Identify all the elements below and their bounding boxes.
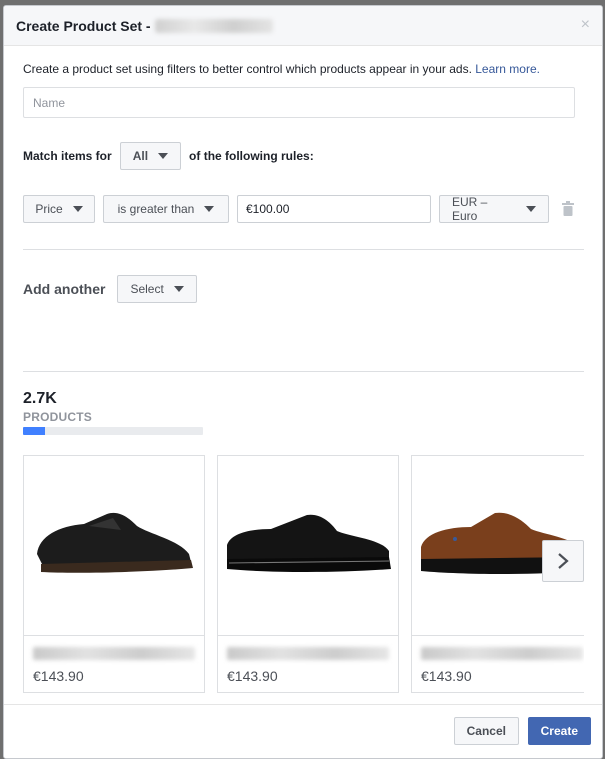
chevron-down-icon	[526, 206, 536, 212]
match-suffix: of the following rules:	[189, 149, 314, 163]
product-progress-bar	[23, 427, 203, 435]
section-divider	[23, 371, 584, 372]
product-count: 2.7K	[23, 390, 57, 407]
add-rule-select-dropdown[interactable]: Select	[117, 275, 197, 303]
close-icon[interactable]: ×	[581, 17, 590, 33]
section-divider	[23, 249, 584, 250]
product-card[interactable]: €143.90	[217, 455, 399, 693]
add-another-label: Add another	[23, 281, 106, 297]
name-input[interactable]	[23, 87, 575, 118]
chevron-down-icon	[158, 153, 169, 159]
carousel-next-button[interactable]	[542, 540, 584, 582]
redacted-catalog-name	[154, 18, 273, 33]
product-card[interactable]: €143.90	[23, 455, 205, 693]
product-price: €143.90	[227, 668, 278, 684]
currency-dropdown[interactable]: EUR – Euro	[439, 195, 549, 223]
redacted-product-name	[227, 647, 389, 660]
product-carousel: €143.90 €143.90 €143.90	[23, 455, 584, 695]
redacted-product-name	[421, 647, 583, 660]
dialog-footer: Cancel Create	[4, 704, 602, 758]
rule-value-input[interactable]	[237, 195, 431, 223]
redacted-product-name	[33, 647, 195, 660]
rule-row: Price is greater than EUR – Euro	[23, 195, 575, 223]
chevron-right-icon	[558, 553, 569, 569]
rule-operator-dropdown[interactable]: is greater than	[103, 195, 229, 223]
currency-label: EUR – Euro	[452, 195, 488, 223]
match-row: Match items for All of the following rul…	[23, 142, 314, 170]
add-rule-select-label: Select	[130, 282, 164, 296]
chevron-down-icon	[204, 206, 215, 212]
product-price: €143.90	[33, 668, 84, 684]
chevron-down-icon	[72, 206, 83, 212]
match-prefix: Match items for	[23, 149, 112, 163]
dialog-header: Create Product Set - ×	[4, 6, 602, 46]
add-another-row: Add another Select	[23, 275, 197, 303]
product-image	[218, 456, 398, 636]
rule-field-label: Price	[35, 202, 63, 216]
chevron-down-icon	[173, 286, 184, 292]
rule-field-dropdown[interactable]: Price	[23, 195, 95, 223]
rule-operator-label: is greater than	[117, 202, 195, 216]
dialog-title: Create Product Set -	[16, 17, 151, 34]
dialog-body: Create a product set using filters to be…	[4, 47, 602, 704]
product-count-label: PRODUCTS	[23, 410, 92, 424]
cancel-button[interactable]: Cancel	[453, 717, 519, 745]
intro-text: Create a product set using filters to be…	[23, 62, 540, 76]
trash-icon[interactable]	[561, 201, 575, 217]
learn-more-link[interactable]: Learn more.	[475, 62, 540, 76]
product-price: €143.90	[421, 668, 472, 684]
match-mode-dropdown[interactable]: All	[119, 142, 182, 170]
create-button[interactable]: Create	[527, 717, 591, 745]
product-image	[24, 456, 204, 636]
match-mode-label: All	[132, 149, 149, 163]
create-product-set-dialog: Create Product Set - × Create a product …	[3, 5, 603, 759]
product-progress-fill	[23, 427, 45, 435]
